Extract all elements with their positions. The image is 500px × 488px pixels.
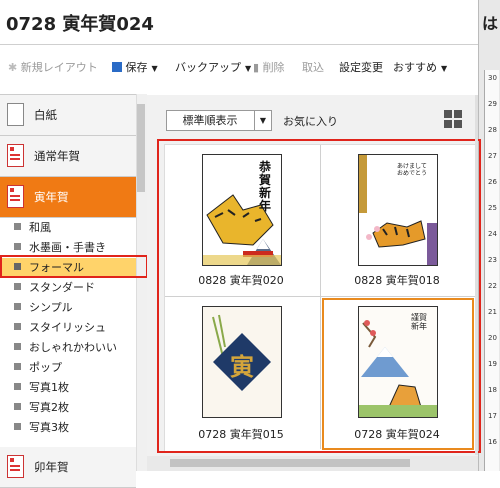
sidebar-subitem-label: 写真3枚 bbox=[29, 421, 69, 434]
sidebar-subitem[interactable]: 写真2枚 bbox=[0, 398, 136, 418]
ruler-tick-label: 19 bbox=[488, 360, 497, 368]
ruler-tick-label: 26 bbox=[488, 178, 497, 186]
ruler-tick-label: 28 bbox=[488, 126, 497, 134]
new-layout-button[interactable]: ✱ 新規レイアウト bbox=[8, 56, 98, 80]
delete-button[interactable]: ▮ 削除 bbox=[253, 56, 285, 80]
sidebar-subitem[interactable]: 和風 bbox=[0, 218, 136, 238]
vertical-ruler: 30 29 28 27 26 25 24 23 22 21 20 19 18 17 16 bbox=[484, 70, 499, 471]
toolbar: ✱ 新規レイアウト 保存 ▼ バックアップ ▼ ▮ 削除 取込 設定変更 おすすめ ▼ bbox=[0, 56, 478, 80]
horizontal-scroll-thumb[interactable] bbox=[170, 459, 410, 467]
bullet-square-icon bbox=[14, 363, 21, 370]
bullet-square-icon bbox=[14, 243, 21, 250]
chevron-down-icon: ▼ bbox=[151, 64, 158, 73]
ruler-tick-label: 22 bbox=[488, 282, 497, 290]
sidebar-subitem[interactable]: スタイリッシュ bbox=[0, 318, 136, 338]
sidebar-subitem-label: スタイリッシュ bbox=[29, 321, 106, 334]
ruler-tick-label: 21 bbox=[488, 308, 497, 316]
title-divider bbox=[0, 44, 478, 45]
bullet-square-icon bbox=[14, 283, 21, 290]
ruler-tick-label: 17 bbox=[488, 412, 497, 420]
sidebar-subitem[interactable]: 写真3枚 bbox=[0, 418, 136, 438]
bullet-square-icon bbox=[14, 343, 21, 350]
bullet-square-icon bbox=[14, 423, 21, 430]
bullet-square-icon bbox=[14, 223, 21, 230]
sidebar-subitem[interactable]: おしゃれかわいい bbox=[0, 338, 136, 358]
selection-highlight-frame bbox=[0, 255, 148, 278]
settings-button[interactable]: 設定変更 bbox=[339, 56, 383, 80]
save-button[interactable]: 保存 ▼ bbox=[112, 56, 158, 80]
sidebar-subitem-label: 写真1枚 bbox=[29, 381, 69, 394]
right-panel-heading: は bbox=[482, 14, 499, 33]
trash-icon: ▮ bbox=[253, 61, 260, 74]
sidebar-subitem[interactable]: シンプル bbox=[0, 298, 136, 318]
recommend-button[interactable]: おすすめ ▼ bbox=[393, 56, 447, 80]
nenga-doc-icon bbox=[7, 455, 24, 478]
chevron-down-icon: ▼ bbox=[245, 64, 252, 73]
sidebar-subitem[interactable]: 写真1枚 bbox=[0, 378, 136, 398]
ruler-tick-label: 29 bbox=[488, 100, 497, 108]
sidebar-subitem[interactable]: ポップ bbox=[0, 358, 136, 378]
sidebar-item-u-nenga[interactable]: 卯年賀 bbox=[0, 447, 136, 488]
ruler-tick-label: 20 bbox=[488, 334, 497, 342]
sidebar-subitem-label: 写真2枚 bbox=[29, 401, 69, 414]
sort-dropdown[interactable]: 標準順表示 ▼ bbox=[166, 110, 272, 131]
sidebar-item-normal-nenga[interactable]: 通常年賀 bbox=[0, 136, 136, 177]
sidebar-subitem-label: スタンダード bbox=[29, 281, 95, 294]
nenga-doc-icon bbox=[7, 185, 24, 208]
ruler-tick-label: 16 bbox=[488, 438, 497, 446]
nenga-doc-icon bbox=[7, 144, 24, 167]
import-button[interactable]: 取込 bbox=[302, 56, 324, 80]
new-layout-icon: ✱ bbox=[8, 61, 18, 74]
chevron-down-icon[interactable]: ▼ bbox=[254, 111, 271, 130]
sidebar-subitem-label: ポップ bbox=[29, 361, 62, 374]
bullet-square-icon bbox=[14, 383, 21, 390]
blank-doc-icon bbox=[7, 103, 24, 126]
sidebar-subitem-label: 和風 bbox=[29, 221, 51, 234]
category-sidebar: 白紙 通常年賀 寅年賀 和風 水墨画・手書き フォーマル スタンダード シンプル スタイリ… bbox=[0, 94, 146, 488]
sidebar-scroll-thumb[interactable] bbox=[137, 104, 145, 192]
favorites-filter[interactable]: お気に入り bbox=[283, 113, 338, 129]
ruler-tick-label: 23 bbox=[488, 256, 497, 264]
bullet-square-icon bbox=[14, 323, 21, 330]
bullet-square-icon bbox=[14, 403, 21, 410]
sidebar-subitem-label: シンプル bbox=[29, 301, 73, 314]
window-title: 0728 寅年賀024 bbox=[6, 14, 154, 35]
chevron-down-icon: ▼ bbox=[441, 64, 448, 73]
sidebar-item-tora-nenga[interactable]: 寅年賀 bbox=[0, 177, 136, 218]
sidebar-item-blank[interactable]: 白紙 bbox=[0, 95, 136, 136]
save-icon bbox=[112, 62, 122, 72]
sidebar-subitem-label: 水墨画・手書き bbox=[29, 241, 106, 254]
grid-view-icon[interactable] bbox=[444, 110, 462, 128]
backup-button[interactable]: バックアップ ▼ bbox=[175, 56, 251, 80]
ruler-tick-label: 27 bbox=[488, 152, 497, 160]
selected-card-frame bbox=[322, 298, 474, 450]
ruler-tick-label: 24 bbox=[488, 230, 497, 238]
sidebar-subitem-label: おしゃれかわいい bbox=[29, 341, 117, 354]
sidebar-subitem[interactable]: スタンダード bbox=[0, 278, 136, 298]
grid-vertical-scrollbar[interactable] bbox=[475, 95, 478, 455]
ruler-tick-label: 30 bbox=[488, 74, 497, 82]
ruler-tick-label: 18 bbox=[488, 386, 497, 394]
ruler-tick-label: 25 bbox=[488, 204, 497, 212]
bullet-square-icon bbox=[14, 303, 21, 310]
